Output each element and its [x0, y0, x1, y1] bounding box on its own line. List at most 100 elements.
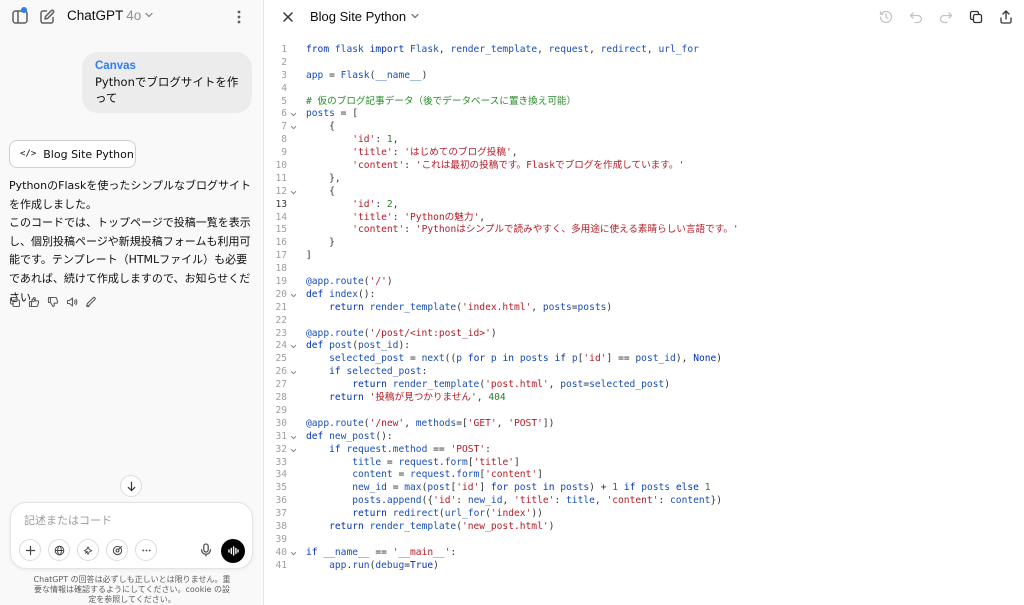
scroll-down-button[interactable] — [120, 475, 142, 497]
code-line[interactable]: 25 selected_post = next((p for p in post… — [265, 353, 1024, 366]
model-switcher[interactable]: ChatGPT 4o — [67, 8, 154, 23]
code-line[interactable]: 4 — [265, 83, 1024, 96]
read-aloud-icon[interactable] — [66, 296, 78, 308]
code-line[interactable]: 29 — [265, 405, 1024, 418]
code-text: return render_template('new_post.html') — [329, 520, 555, 532]
new-chat-icon[interactable] — [38, 8, 56, 26]
more-vertical-icon[interactable] — [230, 8, 248, 26]
globe-icon[interactable] — [48, 539, 70, 561]
code-line[interactable]: 10 'content': 'これは最初の投稿です。Flaskでブログを作成して… — [265, 160, 1024, 173]
code-line[interactable]: 15 'content': 'Pythonはシンプルで読みやすく、多用途に使える… — [265, 224, 1024, 237]
code-line[interactable]: 36 posts.append({'id': new_id, 'title': … — [265, 495, 1024, 508]
share-icon[interactable] — [998, 9, 1014, 25]
canvas-title[interactable]: Blog Site Python — [310, 9, 420, 24]
code-line[interactable]: 24 def post(post_id): — [265, 340, 1024, 353]
fold-chevron-icon[interactable] — [290, 547, 298, 560]
line-number: 25 — [275, 353, 287, 365]
code-line[interactable]: 1 from flask import Flask, render_templat… — [265, 44, 1024, 57]
code-line[interactable]: 17] — [265, 250, 1024, 263]
canvas-chip-button[interactable]: </> Blog Site Python — [9, 140, 136, 168]
code-text: 'content': 'これは最初の投稿です。Flaskでブログを作成しています… — [352, 160, 685, 172]
fold-chevron-icon[interactable] — [290, 444, 298, 457]
code-line[interactable]: 41 app.run(debug=True) — [265, 560, 1024, 573]
redo-icon[interactable] — [938, 9, 954, 25]
thumbs-up-icon[interactable] — [28, 296, 40, 308]
code-line[interactable]: 20 def index(): — [265, 289, 1024, 302]
fold-chevron-icon[interactable] — [290, 366, 298, 379]
paint-icon[interactable] — [106, 539, 128, 561]
code-line[interactable]: 40 if __name__ == '__main__': — [265, 547, 1024, 560]
code-line[interactable]: 39 — [265, 534, 1024, 547]
code-text: 'title': 'Pythonの魅力', — [352, 211, 486, 223]
line-number: 31 — [275, 430, 287, 442]
code-text: 'title': 'はじめてのブログ投稿', — [352, 147, 518, 159]
code-line[interactable]: 27 return render_template('post.html', p… — [265, 379, 1024, 392]
code-line[interactable]: 34 content = request.form['content'] — [265, 469, 1024, 482]
code-line[interactable]: 8 'id': 1, — [265, 134, 1024, 147]
code-editor[interactable]: 1 from flask import Flask, render_templat… — [265, 44, 1024, 573]
fold-chevron-icon[interactable] — [290, 186, 298, 199]
code-line[interactable]: 3 app = Flask(__name__) — [265, 70, 1024, 83]
code-line[interactable]: 23 @app.route('/post/<int:post_id>') — [265, 328, 1024, 341]
line-number: 34 — [275, 469, 287, 481]
app-window: ChatGPT 4o Canvas Pythonでブログサイトを作って </> B… — [0, 0, 1024, 605]
code-line[interactable]: 26 if selected_post: — [265, 366, 1024, 379]
mic-icon[interactable] — [198, 542, 214, 558]
code-line[interactable]: 11 }, — [265, 173, 1024, 186]
code-text: def post(post_id): — [306, 340, 410, 352]
history-icon[interactable] — [878, 9, 894, 25]
code-text: posts = [ — [306, 108, 359, 120]
more-horizontal-icon[interactable] — [135, 539, 157, 561]
code-line[interactable]: 14 'title': 'Pythonの魅力', — [265, 212, 1024, 225]
fold-chevron-icon[interactable] — [290, 121, 298, 134]
copy-icon[interactable] — [9, 296, 21, 308]
edit-icon[interactable] — [85, 296, 97, 308]
sparkle-icon[interactable] — [77, 539, 99, 561]
code-line[interactable]: 21 return render_template('index.html', … — [265, 302, 1024, 315]
code-line[interactable]: 19 @app.route('/') — [265, 276, 1024, 289]
canvas-chip-label: Blog Site Python — [43, 147, 134, 161]
line-number: 41 — [275, 559, 287, 571]
fold-chevron-icon[interactable] — [290, 340, 298, 353]
code-text: content = request.form['content'] — [352, 469, 543, 481]
code-line[interactable]: 31 def new_post(): — [265, 431, 1024, 444]
code-line[interactable]: 18 — [265, 263, 1024, 276]
code-line[interactable]: 22 — [265, 315, 1024, 328]
code-line[interactable]: 38 return render_template('new_post.html… — [265, 521, 1024, 534]
code-line[interactable]: 33 title = request.form['title'] — [265, 457, 1024, 470]
line-number: 36 — [275, 495, 287, 507]
undo-icon[interactable] — [908, 9, 924, 25]
code-line[interactable]: 30 @app.route('/new', methods=['GET', 'PO… — [265, 418, 1024, 431]
code-line[interactable]: 6 posts = [ — [265, 108, 1024, 121]
code-text: selected_post = next((p for p in posts i… — [329, 353, 723, 365]
line-number: 1 — [281, 44, 287, 55]
code-line[interactable]: 32 if request.method == 'POST': — [265, 444, 1024, 457]
code-line[interactable]: 2 — [265, 57, 1024, 70]
message-input[interactable] — [24, 514, 224, 527]
line-number: 16 — [275, 237, 287, 249]
code-line[interactable]: 12 { — [265, 186, 1024, 199]
voice-mode-icon[interactable] — [221, 539, 245, 563]
code-line[interactable]: 5 # 仮のブログ記事データ（後でデータベースに置き換え可能） — [265, 96, 1024, 109]
code-text: if selected_post: — [329, 366, 428, 378]
code-line[interactable]: 37 return redirect(url_for('index')) — [265, 508, 1024, 521]
code-line[interactable]: 7 { — [265, 121, 1024, 134]
code-text: def new_post(): — [306, 430, 393, 442]
close-icon[interactable] — [281, 10, 295, 24]
thumbs-down-icon[interactable] — [47, 296, 59, 308]
fold-chevron-icon[interactable] — [290, 108, 298, 121]
chevron-down-icon — [410, 11, 420, 21]
canvas-tag: Canvas — [95, 60, 136, 72]
line-number: 11 — [275, 172, 287, 184]
copy-icon[interactable] — [968, 9, 984, 25]
chevron-down-icon — [144, 10, 154, 20]
plus-icon[interactable] — [19, 539, 41, 561]
code-line[interactable]: 16 } — [265, 237, 1024, 250]
code-line[interactable]: 13 'id': 2, — [265, 199, 1024, 212]
code-line[interactable]: 9 'title': 'はじめてのブログ投稿', — [265, 147, 1024, 160]
fold-chevron-icon[interactable] — [290, 289, 298, 302]
code-line[interactable]: 28 return '投稿が見つかりません', 404 — [265, 392, 1024, 405]
code-line[interactable]: 35 new_id = max(post['id'] for post in p… — [265, 482, 1024, 495]
code-text: return render_template('post.html', post… — [352, 379, 670, 391]
fold-chevron-icon[interactable] — [290, 431, 298, 444]
